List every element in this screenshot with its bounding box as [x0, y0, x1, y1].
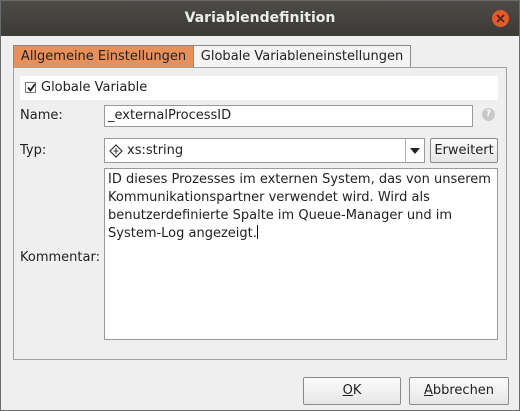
ok-button[interactable]: OK — [303, 377, 401, 405]
comment-label: Kommentar: — [20, 250, 100, 265]
comment-textarea[interactable]: ID dieses Prozesses im externen System, … — [104, 168, 498, 340]
global-variable-checkbox[interactable] — [25, 82, 36, 93]
type-value: xs:string — [127, 143, 184, 158]
type-diamond-icon — [109, 144, 123, 158]
tab-general-settings[interactable]: Allgemeine Einstellungen — [13, 45, 194, 67]
global-variable-label[interactable]: Globale Variable — [41, 80, 147, 95]
name-input[interactable]: _externalProcessID — [104, 105, 473, 127]
global-variable-row: Globale Variable — [20, 76, 498, 100]
type-dropdown-button[interactable] — [405, 139, 424, 162]
text-cursor — [256, 225, 258, 239]
chevron-down-icon — [410, 148, 420, 154]
close-icon — [496, 14, 505, 23]
title-bar[interactable]: Variablendefinition — [1, 1, 519, 36]
name-input-value: _externalProcessID — [108, 108, 232, 123]
help-icon[interactable]: ? — [482, 108, 495, 121]
advanced-button[interactable]: Erweitert — [430, 138, 498, 163]
close-button[interactable] — [492, 10, 509, 27]
type-combobox[interactable]: xs:string — [104, 138, 425, 163]
cancel-button[interactable]: Abbrechen — [409, 377, 509, 405]
tab-global-variable-settings[interactable]: Globale Variableneinstellungen — [194, 45, 411, 67]
checkmark-icon — [27, 83, 36, 92]
comment-text: ID dieses Prozesses im externen System, … — [108, 172, 491, 241]
name-label: Name: — [20, 108, 63, 123]
variable-definition-dialog: Variablendefinition Allgemeine Einstellu… — [0, 0, 520, 411]
type-label: Typ: — [20, 143, 47, 158]
window-title: Variablendefinition — [184, 10, 336, 26]
